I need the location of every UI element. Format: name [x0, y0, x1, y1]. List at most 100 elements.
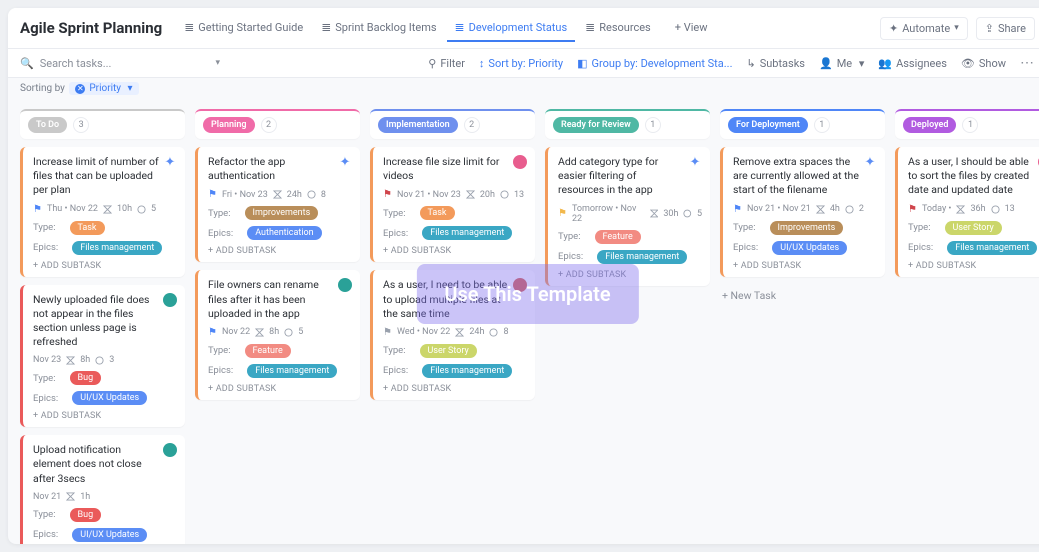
card-dates: Tomorrow • Nov 22	[572, 204, 645, 224]
card-meta: Nov 21 1h	[33, 492, 177, 502]
assignees-button[interactable]: 👥Assignees	[878, 57, 947, 70]
add-subtask-button[interactable]: + ADD SUBTASK	[33, 411, 177, 421]
task-card[interactable]: File owners can rename files after it ha…	[195, 270, 360, 400]
group-icon: ◧	[577, 57, 587, 70]
column-count: 1	[814, 117, 830, 133]
eye-icon: 👁	[961, 57, 975, 70]
type-tag: Improvements	[245, 206, 319, 220]
show-button[interactable]: 👁Show	[961, 57, 1006, 70]
task-card[interactable]: ✦ Add category type for easier filtering…	[545, 147, 710, 286]
status-pill: Implementation	[378, 117, 458, 133]
sparkle-icon: ✦	[338, 155, 352, 169]
flag-icon: ⚑	[33, 204, 42, 215]
group-button[interactable]: ◧Group by: Development Sta...	[577, 57, 732, 70]
add-subtask-button[interactable]: + ADD SUBTASK	[208, 384, 352, 394]
epics-label: Epics:	[908, 242, 933, 253]
task-card[interactable]: ✦ Refactor the app authentication ⚑ Fri …	[195, 147, 360, 262]
search-input[interactable]: 🔍 Search tasks... ▾	[20, 57, 220, 70]
add-subtask-button[interactable]: + ADD SUBTASK	[33, 261, 177, 271]
sort-icon: ↕	[479, 57, 485, 70]
column-header[interactable]: Deployed1	[895, 109, 1039, 139]
subtasks-icon: ↳	[746, 57, 755, 70]
type-row: Type: Bug	[33, 508, 177, 522]
tab-getting-started-guide[interactable]: ≣Getting Started Guide	[176, 14, 311, 42]
more-icon[interactable]: ⋯	[1020, 55, 1035, 71]
card-dates: Nov 23	[33, 355, 61, 365]
type-tag: User Story	[945, 221, 1002, 235]
epics-label: Epics:	[558, 251, 583, 262]
card-meta: ⚑ Fri • Nov 23 24h 8	[208, 189, 352, 200]
card-sub-count: 8	[321, 190, 326, 200]
add-view-button[interactable]: + View	[667, 15, 716, 42]
share-button[interactable]: ⇪ Share	[976, 17, 1035, 40]
add-subtask-button[interactable]: + ADD SUBTASK	[733, 261, 877, 271]
new-task-button[interactable]: + New Task	[720, 285, 885, 306]
task-card[interactable]: Upload notification element does not clo…	[20, 435, 185, 544]
tab-resources[interactable]: ≣Resources	[577, 14, 659, 42]
type-label: Type:	[33, 509, 56, 520]
card-dates: Nov 21 • Nov 23	[397, 190, 461, 200]
card-title: File owners can rename files after it ha…	[208, 278, 352, 321]
card-meta: ⚑ Thu • Nov 22 10h 5	[33, 204, 177, 215]
type-label: Type:	[733, 222, 756, 233]
task-card[interactable]: As a user, I should be able to sort the …	[895, 147, 1039, 277]
column-header[interactable]: To Do3	[20, 109, 185, 139]
epics-row: Epics:Files management	[208, 364, 352, 378]
task-card[interactable]: ✦ Increase limit of number of files that…	[20, 147, 185, 277]
sort-button[interactable]: ↕Sort by: Priority	[479, 57, 563, 70]
task-card[interactable]: Increase file size limit for videos ⚑ No…	[370, 147, 535, 262]
type-tag: Task	[70, 221, 105, 235]
filter-button[interactable]: ⚲Filter	[428, 57, 465, 70]
column-count: 2	[261, 117, 277, 133]
type-tag: Task	[420, 206, 455, 220]
kanban-board[interactable]: To Do3 ✦ Increase limit of number of fil…	[8, 99, 1039, 544]
epics-row: Epics:Files management	[908, 241, 1039, 255]
card-meta: ⚑ Nov 22 8h 5	[208, 327, 352, 338]
tab-label: Sprint Backlog Items	[335, 21, 436, 34]
card-title: Upload notification element does not clo…	[33, 443, 177, 486]
card-meta: ⚑ Nov 21 • Nov 21 4h 2	[733, 204, 877, 215]
column-planning: Planning2 ✦ Refactor the app authenticat…	[195, 109, 360, 400]
subtask-count-icon	[991, 205, 1000, 214]
column-header[interactable]: Implementation2	[370, 109, 535, 139]
sparkle-icon: ✦	[688, 155, 702, 169]
epics-label: Epics:	[33, 393, 58, 404]
task-card[interactable]: As a user, I need to be able to upload m…	[370, 270, 535, 400]
me-button[interactable]: 👤Me ▾	[819, 57, 864, 70]
automate-button[interactable]: ✦ Automate ▾	[880, 17, 968, 40]
person-icon: 👤	[819, 57, 833, 70]
flag-icon: ⚑	[208, 327, 217, 338]
automate-label: Automate	[902, 22, 950, 35]
subtask-count-icon	[500, 190, 509, 199]
app-window: Agile Sprint Planning ≣Getting Started G…	[8, 8, 1039, 544]
epics-label: Epics:	[33, 242, 58, 253]
add-subtask-button[interactable]: + ADD SUBTASK	[383, 384, 527, 394]
card-meta: ⚑ Tomorrow • Nov 22 30h 5	[558, 204, 702, 224]
tab-sprint-backlog-items[interactable]: ≣Sprint Backlog Items	[313, 14, 444, 42]
type-tag: Bug	[70, 508, 102, 522]
card-meta: ⚑ Today • 36h 13	[908, 204, 1039, 215]
add-subtask-button[interactable]: + ADD SUBTASK	[383, 246, 527, 256]
card-meta: Nov 23 8h 3	[33, 355, 177, 365]
type-tag: Bug	[70, 371, 102, 385]
subtasks-button[interactable]: ↳Subtasks	[746, 57, 805, 70]
add-subtask-button[interactable]: + ADD SUBTASK	[208, 246, 352, 256]
column-header[interactable]: Planning2	[195, 109, 360, 139]
add-subtask-button[interactable]: + ADD SUBTASK	[908, 261, 1039, 271]
epic-tag: UI/UX Updates	[72, 391, 147, 405]
sorting-pill[interactable]: Priority ▾	[69, 82, 138, 95]
type-row: Type: Task	[383, 206, 527, 220]
epics-row: Epics:Files management	[383, 364, 527, 378]
epics-label: Epics:	[733, 242, 758, 253]
tab-development-status[interactable]: ≣Development Status	[447, 14, 576, 42]
tab-label: Resources	[599, 21, 651, 34]
column-header[interactable]: Ready for Review1	[545, 109, 710, 139]
task-card[interactable]: Newly uploaded file does not appear in t…	[20, 285, 185, 428]
card-sub-count: 13	[514, 190, 524, 200]
topbar: Agile Sprint Planning ≣Getting Started G…	[8, 8, 1039, 49]
flag-icon: ⚑	[558, 208, 567, 219]
column-header[interactable]: For Deployment1	[720, 109, 885, 139]
add-subtask-button[interactable]: + ADD SUBTASK	[558, 270, 702, 280]
task-card[interactable]: ✦ Remove extra spaces the are currently …	[720, 147, 885, 277]
type-label: Type:	[383, 208, 406, 219]
